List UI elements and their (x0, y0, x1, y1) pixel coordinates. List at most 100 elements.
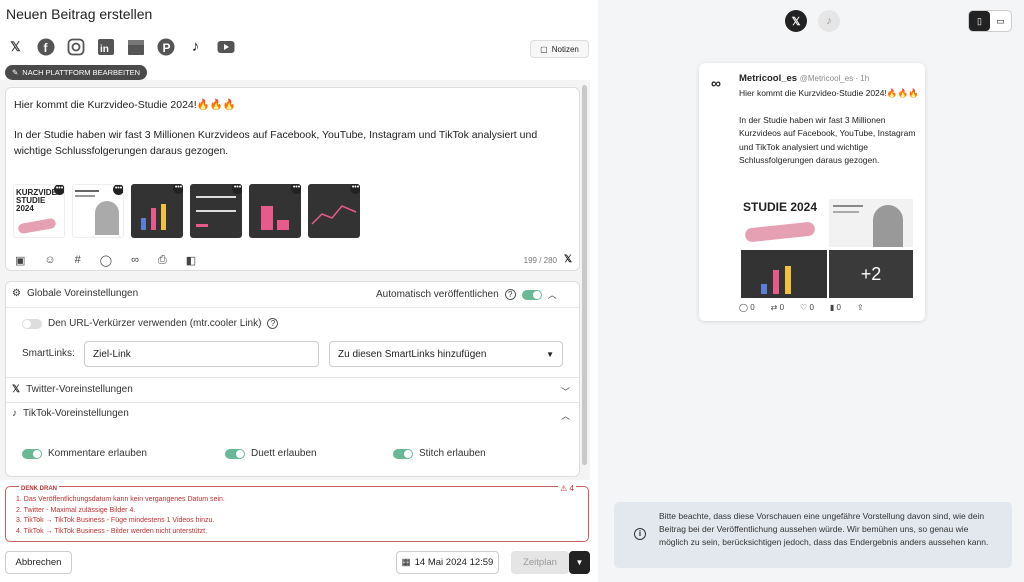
global-settings-label: Globale Voreinstellungen (26, 288, 139, 299)
smartlinks-select[interactable]: Zu diesen SmartLinks hinzufügen ▼ (329, 341, 563, 367)
more-images-overlay[interactable]: +2 (829, 250, 913, 298)
tweet-image: STUDIE 2024 (741, 199, 827, 247)
platform-selector: 𝕏 f in P ♪ (6, 37, 235, 56)
more-options-icon[interactable]: ••• (232, 184, 242, 194)
preview-note-text: Bitte beachte, dass diese Vorschauen ein… (659, 511, 989, 547)
media-thumbnail[interactable]: ••• (190, 184, 242, 238)
schedule-dropdown[interactable]: ▼ (569, 551, 590, 574)
cancel-button[interactable]: Abbrechen (5, 551, 72, 574)
tiktok-settings-header[interactable]: ♪ TikTok-Voreinstellungen (12, 408, 129, 419)
stitch-toggle[interactable] (393, 448, 413, 459)
tweet-text: Hier kommt die Kurzvideo-Studie 2024!🔥🔥🔥… (739, 87, 919, 168)
folder-icon[interactable]: ◧ (186, 254, 196, 267)
tweet-header: Metricool_es @Metricool_es · 1h (739, 73, 869, 84)
desktop-icon[interactable]: ▭ (990, 11, 1011, 31)
media-thumbnail[interactable]: ••• (249, 184, 301, 238)
x-preview-tab[interactable]: 𝕏 (785, 10, 807, 32)
info-icon: i (634, 528, 646, 540)
warning-item: 3. TikTok → TikTok Business - Füge minde… (16, 517, 215, 524)
date-label: 14 Mai 2024 12:59 (414, 557, 494, 568)
tweet-text-line2: In der Studie haben wir fast 3 Millionen… (739, 114, 916, 166)
post-text-line2: In der Studie haben wir fast 3 Millionen… (14, 129, 538, 157)
more-options-icon[interactable]: ••• (350, 184, 360, 194)
chevron-up-icon[interactable]: ︿ (561, 409, 570, 422)
media-thumbnail[interactable]: ••• (131, 184, 183, 238)
linkedin-icon[interactable]: in (96, 37, 115, 56)
like-action[interactable]: ♡ 0 (800, 303, 814, 312)
notes-button[interactable]: ▢ Notizen (530, 40, 589, 58)
media-thumbnails: KURZVIDEO STUDIE 2024 ••• ••• ••• ••• ••… (13, 184, 360, 238)
more-options-icon[interactable]: ••• (173, 184, 183, 194)
warning-count: ⚠ 4 (558, 484, 576, 493)
views-action[interactable]: ▮ 0 (830, 303, 841, 312)
media-thumbnail[interactable]: KURZVIDEO STUDIE 2024 ••• (13, 184, 65, 238)
link-icon[interactable]: ∞ (131, 254, 139, 267)
retweet-count: 0 (779, 303, 785, 312)
instagram-icon[interactable] (66, 37, 85, 56)
calendar-icon: ▦ (401, 557, 411, 568)
chevron-down-icon: ▼ (575, 558, 584, 567)
mobile-icon[interactable]: ▯ (969, 11, 990, 31)
x-icon[interactable]: 𝕏 (6, 37, 25, 56)
post-text[interactable]: Hier kommt die Kurzvideo-Studie 2024!🔥🔥🔥… (14, 97, 564, 159)
tweet-preview: ∞ Metricool_es @Metricool_es · 1h Hier k… (699, 63, 925, 321)
emoji-icon[interactable]: ☺ (44, 254, 55, 267)
url-shortener-label: Den URL-Verkürzer verwenden (mtr.cooler … (48, 318, 262, 329)
duet-label: Duett erlauben (251, 448, 317, 459)
twitter-settings-header[interactable]: 𝕏 Twitter-Voreinstellungen (12, 384, 133, 395)
schedule-button[interactable]: Zeitplan (511, 551, 569, 574)
help-icon[interactable]: ? (504, 289, 516, 300)
hashtag-icon[interactable]: # (75, 254, 81, 267)
media-thumbnail[interactable]: ••• (72, 184, 124, 238)
auto-publish-toggle[interactable] (521, 289, 542, 300)
tiktok-preview-tab[interactable]: ♪ (818, 10, 840, 32)
media-thumbnail[interactable]: ••• (308, 184, 360, 238)
comments-toggle[interactable] (22, 448, 42, 459)
reply-action[interactable]: ◯ 0 (739, 303, 755, 312)
edit-per-platform-button[interactable]: ✎ NACH PLATTFORM BEARBEITEN (5, 65, 148, 80)
settings-panel: ⚙ Globale Voreinstellungen Automatisch v… (5, 281, 580, 477)
help-icon[interactable]: ? (267, 318, 279, 329)
more-options-icon[interactable]: ••• (54, 185, 64, 195)
warning-list: 1. Das Veröffentlichungsdatum kann kein … (16, 495, 225, 537)
google-business-icon[interactable] (126, 37, 145, 56)
editor-panel: Neuen Beitrag erstellen 𝕏 f in P ♪ ▢ Not… (0, 0, 598, 582)
more-options-icon[interactable]: ••• (113, 185, 123, 195)
x-icon: 𝕏 (12, 384, 21, 395)
tiktok-icon: ♪ (12, 408, 17, 419)
like-count: 0 (809, 303, 814, 312)
global-settings-header[interactable]: ⚙ Globale Voreinstellungen (12, 288, 138, 299)
more-options-icon[interactable]: ••• (291, 184, 301, 194)
tiktok-icon[interactable]: ♪ (186, 37, 205, 56)
tweet-image-title: STUDIE 2024 (743, 200, 818, 214)
stitch-label: Stitch erlauben (419, 448, 486, 459)
scrollbar[interactable] (582, 85, 587, 465)
chevron-down-icon[interactable]: ﹀ (561, 385, 570, 398)
account-name: Metricool_es (739, 73, 798, 84)
gear-icon: ⚙ (12, 288, 21, 299)
duet-toggle[interactable] (225, 448, 245, 459)
youtube-icon[interactable] (216, 37, 235, 56)
image-icon[interactable]: ▣ (15, 254, 25, 267)
note-icon: ▢ (540, 44, 548, 54)
divider (6, 307, 579, 308)
warning-item: 2. Twitter - Maximal zulässige Bilder 4. (16, 506, 136, 514)
date-picker[interactable]: ▦ 14 Mai 2024 12:59 (396, 551, 499, 574)
share-icon[interactable]: ⇪ (857, 303, 864, 312)
comment-icon[interactable]: ◯ (100, 254, 112, 267)
warning-count-value: 4 (569, 484, 574, 493)
smartlinks-label: SmartLinks: (22, 348, 75, 359)
smartlinks-input[interactable]: Ziel-Link (84, 341, 319, 367)
print-icon[interactable]: ⎙ (158, 254, 167, 267)
chevron-up-icon[interactable]: ︿ (548, 288, 557, 301)
retweet-action[interactable]: ⇄ 0 (771, 303, 784, 312)
facebook-icon[interactable]: f (36, 37, 55, 56)
warning-heading: DENK DRAN (19, 486, 59, 492)
notes-label: Notizen (551, 44, 579, 54)
post-editor[interactable]: Hier kommt die Kurzvideo-Studie 2024!🔥🔥🔥… (5, 87, 580, 271)
tweet-image (829, 199, 913, 247)
pinterest-icon[interactable]: P (156, 37, 175, 56)
caret-down-icon: ▼ (546, 349, 554, 359)
tweet-text-line1: Hier kommt die Kurzvideo-Studie 2024!🔥🔥🔥 (739, 88, 919, 98)
url-shortener-toggle[interactable] (22, 318, 42, 329)
